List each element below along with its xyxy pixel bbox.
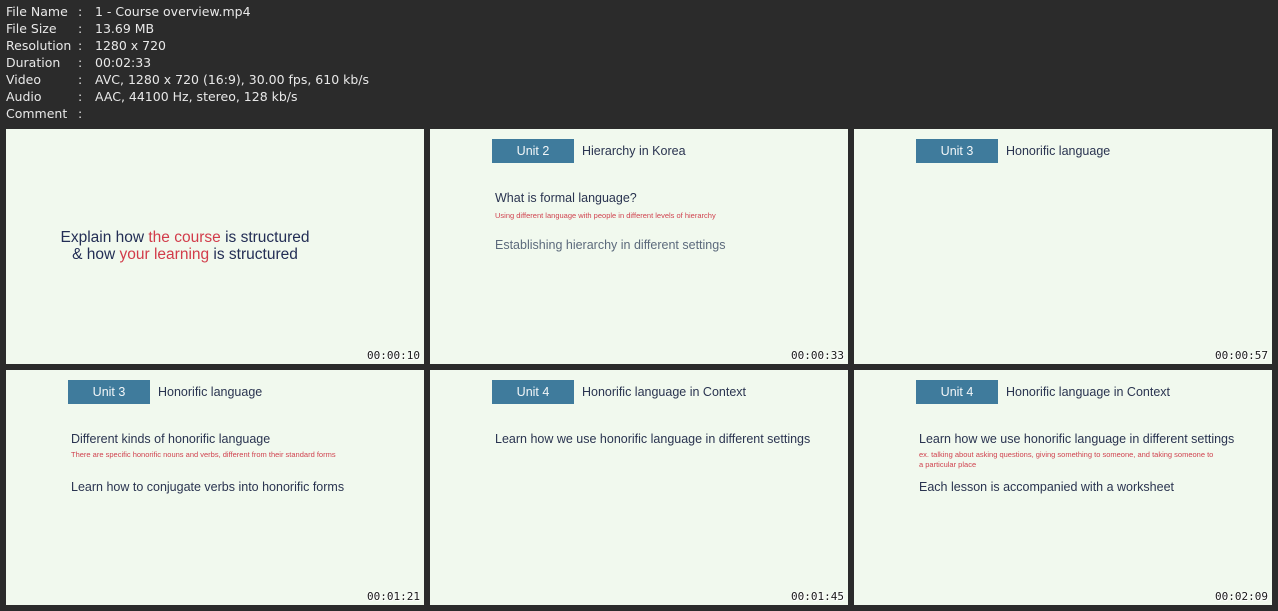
meta-separator: : [78,21,83,36]
timestamp: 00:01:21 [367,590,420,603]
slide-subtext: There are specific honorific nouns and v… [71,450,336,459]
timestamp: 00:01:45 [791,590,844,603]
unit-title: Hierarchy in Korea [582,144,686,158]
unit-badge: Unit 4 [916,380,998,404]
meta-row-resolution: Resolution : 1280 x 720 [6,37,369,54]
unit-badge: Unit 2 [492,139,574,163]
meta-value: 1 - Course overview.mp4 [95,4,251,19]
unit-title: Honorific language [1006,144,1111,158]
meta-row-video: Video : AVC, 1280 x 720 (16:9), 30.00 fp… [6,71,369,88]
meta-key: Duration [6,55,61,70]
intro-highlight: the course [148,229,221,246]
slide-point: Establishing hierarchy in different sett… [495,238,726,252]
meta-row-file-name: File Name : 1 - Course overview.mp4 [6,3,369,20]
intro-text-part: Explain how [60,229,149,246]
unit-title: Honorific language [158,385,263,399]
video-thumbnail-2[interactable]: Unit 2 Hierarchy in Korea What is formal… [430,129,848,364]
meta-value: 13.69 MB [95,21,155,36]
video-thumbnail-6[interactable]: Unit 4 Honorific language in Context Lea… [854,370,1272,605]
unit-title: Honorific language in Context [1006,385,1170,399]
unit-badge: Unit 3 [916,139,998,163]
intro-highlight: your learning [119,246,210,263]
meta-row-comment: Comment : [6,105,369,122]
intro-text: Explain how the course is structured & h… [6,229,364,263]
video-thumbnail-5[interactable]: Unit 4 Honorific language in Context Lea… [430,370,848,605]
slide-point: Learn how to conjugate verbs into honori… [71,480,345,494]
intro-text-part: is structured [209,246,298,263]
video-thumbnail-1[interactable]: Explain how the course is structured & h… [6,129,424,364]
meta-value: AVC, 1280 x 720 (16:9), 30.00 fps, 610 k… [95,72,370,87]
meta-key: File Size [6,21,57,36]
timestamp: 00:00:57 [1215,349,1268,362]
intro-line-2: & how your learning is structured [6,246,364,263]
unit-badge: Unit 4 [492,380,574,404]
slide-heading: Learn how we use honorific language in d… [495,432,811,446]
unit-badge: Unit 3 [68,380,150,404]
meta-value: 1280 x 720 [95,38,167,53]
meta-separator: : [78,55,83,70]
slide-subtext: Using different language with people in … [495,211,716,220]
timestamp: 00:00:10 [367,349,420,362]
slide-heading: Different kinds of honorific language [71,432,271,446]
meta-key: Comment [6,106,68,121]
meta-separator: : [78,38,83,53]
slide-heading: Learn how we use honorific language in d… [919,432,1235,446]
meta-separator: : [78,89,83,104]
meta-row-audio: Audio : AAC, 44100 Hz, stereo, 128 kb/s [6,88,369,105]
meta-separator: : [78,4,83,19]
unit-title: Honorific language in Context [582,385,746,399]
meta-row-file-size: File Size : 13.69 MB [6,20,369,37]
video-thumbnail-3[interactable]: Unit 3 Honorific language 00:00:57 [854,129,1272,364]
file-metadata: File Name : 1 - Course overview.mp4 File… [6,3,369,122]
timestamp: 00:02:09 [1215,590,1268,603]
meta-value: 00:02:33 [95,55,152,70]
meta-separator: : [78,72,83,87]
meta-key: Resolution [6,38,72,53]
meta-value: AAC, 44100 Hz, stereo, 128 kb/s [95,89,298,104]
meta-separator: : [78,106,83,121]
meta-key: Video [6,72,42,87]
intro-line-1: Explain how the course is structured [6,229,364,246]
meta-key: Audio [6,89,42,104]
video-thumbnail-4[interactable]: Unit 3 Honorific language Different kind… [6,370,424,605]
meta-row-duration: Duration : 00:02:33 [6,54,369,71]
intro-text-part: & how [72,246,120,263]
timestamp: 00:00:33 [791,349,844,362]
intro-text-part: is structured [220,229,310,246]
slide-subtext: ex. talking about asking questions, givi… [919,450,1214,469]
slide-point: Each lesson is accompanied with a worksh… [919,480,1174,494]
meta-key: File Name [6,4,68,19]
slide-heading: What is formal language? [495,191,637,205]
